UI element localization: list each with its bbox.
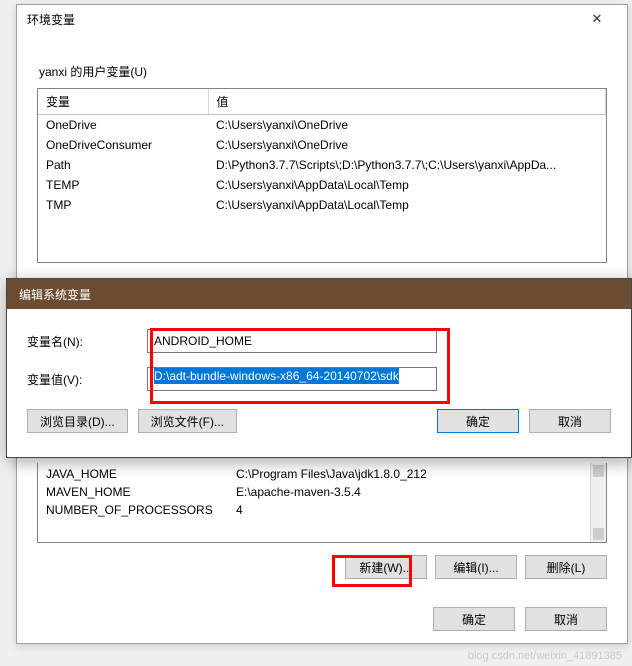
- delete-button[interactable]: 删除(L): [525, 555, 607, 579]
- var-value-input[interactable]: D:\adt-bundle-windows-x86_64-20140702\sd…: [147, 367, 437, 391]
- cancel-button[interactable]: 取消: [525, 607, 607, 631]
- edit-button[interactable]: 编辑(I)...: [435, 555, 517, 579]
- main-title: 环境变量: [27, 11, 577, 28]
- table-row[interactable]: MAVEN_HOMEE:\apache-maven-3.5.4: [38, 483, 606, 501]
- table-row[interactable]: OneDriveConsumerC:\Users\yanxi\OneDrive: [38, 135, 606, 155]
- browse-file-button[interactable]: 浏览文件(F)...: [138, 409, 237, 433]
- main-footer: 确定 取消: [433, 607, 607, 631]
- ok-button[interactable]: 确定: [433, 607, 515, 631]
- user-vars-table[interactable]: 变量 值 OneDriveC:\Users\yanxi\OneDrive One…: [37, 88, 607, 263]
- table-row[interactable]: PathD:\Python3.7.7\Scripts\;D:\Python3.7…: [38, 155, 606, 175]
- new-button[interactable]: 新建(W)...: [345, 555, 427, 579]
- main-titlebar[interactable]: 环境变量 ✕: [17, 5, 627, 33]
- edit-variable-dialog: 编辑系统变量 变量名(N): 变量值(V): D:\adt-bundle-win…: [6, 278, 632, 458]
- table-row[interactable]: JAVA_HOMEC:\Program Files\Java\jdk1.8.0_…: [38, 465, 606, 483]
- edit-ok-button[interactable]: 确定: [437, 409, 519, 433]
- table-row[interactable]: TMPC:\Users\yanxi\AppData\Local\Temp: [38, 195, 606, 215]
- var-name-label: 变量名(N):: [27, 333, 147, 350]
- edit-titlebar[interactable]: 编辑系统变量: [7, 279, 631, 309]
- edit-title: 编辑系统变量: [19, 286, 91, 303]
- table-row[interactable]: TEMPC:\Users\yanxi\AppData\Local\Temp: [38, 175, 606, 195]
- sys-buttons-row: 新建(W)... 编辑(I)... 删除(L): [37, 555, 607, 579]
- sys-vars-table[interactable]: JAVA_HOMEC:\Program Files\Java\jdk1.8.0_…: [37, 463, 607, 543]
- browse-dir-button[interactable]: 浏览目录(D)...: [27, 409, 128, 433]
- col-name[interactable]: 变量: [38, 89, 208, 115]
- edit-body: 变量名(N): 变量值(V): D:\adt-bundle-windows-x8…: [7, 309, 631, 445]
- table-row[interactable]: NUMBER_OF_PROCESSORS4: [38, 501, 606, 519]
- col-value[interactable]: 值: [208, 89, 606, 115]
- scrollbar[interactable]: [590, 463, 606, 542]
- var-value-label: 变量值(V):: [27, 371, 147, 388]
- close-icon[interactable]: ✕: [577, 11, 617, 27]
- edit-cancel-button[interactable]: 取消: [529, 409, 611, 433]
- var-name-input[interactable]: [147, 329, 437, 353]
- user-vars-label: yanxi 的用户变量(U): [39, 63, 607, 80]
- table-row[interactable]: OneDriveC:\Users\yanxi\OneDrive: [38, 115, 606, 136]
- watermark: blog.csdn.net/weixin_41891385: [468, 650, 622, 662]
